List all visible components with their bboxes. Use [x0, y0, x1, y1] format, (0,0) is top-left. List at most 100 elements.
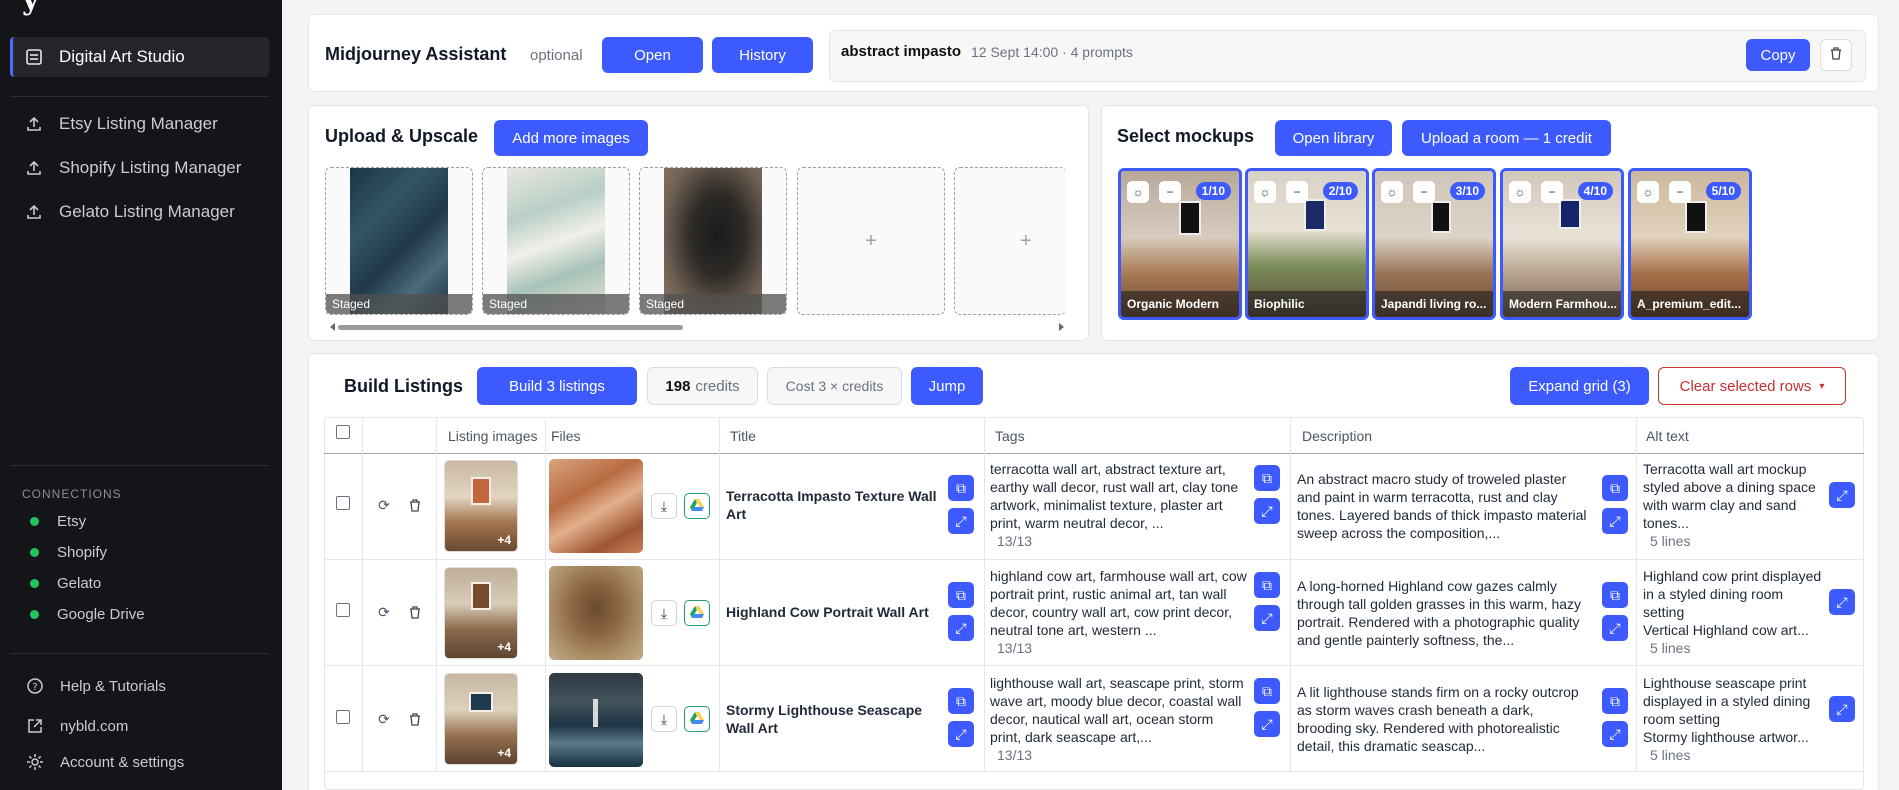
- listing-image-thumb[interactable]: +4: [444, 673, 518, 765]
- listing-description[interactable]: A long-horned Highland cow gazes calmly …: [1297, 577, 1589, 649]
- file-image[interactable]: [549, 459, 643, 553]
- minus-icon[interactable]: −: [1541, 181, 1563, 203]
- listing-alt-text[interactable]: Terracotta wall art mockup styled above …: [1643, 460, 1823, 532]
- listing-tags[interactable]: highland cow art, farmhouse wall art, co…: [990, 567, 1247, 639]
- expand-description-button[interactable]: ⤢: [1602, 721, 1628, 747]
- upload-scrollbar[interactable]: [326, 323, 1068, 331]
- delete-prompt-button[interactable]: [1820, 39, 1852, 71]
- expand-alt-button[interactable]: ⤢: [1829, 482, 1855, 508]
- minus-icon[interactable]: −: [1286, 181, 1308, 203]
- google-drive-button[interactable]: [684, 600, 710, 626]
- column-header-title[interactable]: Title: [730, 417, 756, 454]
- expand-tags-button[interactable]: ⤢: [1254, 711, 1280, 737]
- upload-slot[interactable]: Staged: [482, 167, 630, 315]
- mockup-card[interactable]: ☼ − 5/10 A_premium_edit...: [1628, 168, 1752, 320]
- expand-title-button[interactable]: ⤢: [948, 615, 974, 641]
- sidebar-item-shopify[interactable]: Shopify Listing Manager: [10, 148, 269, 188]
- copy-description-button[interactable]: ⧉: [1602, 582, 1628, 608]
- column-header-alt-text[interactable]: Alt text: [1646, 417, 1689, 454]
- sun-icon[interactable]: ☼: [1509, 181, 1531, 203]
- mockup-card[interactable]: ☼ − 2/10 Biophilic: [1245, 168, 1369, 320]
- listing-description[interactable]: A lit lighthouse stands firm on a rocky …: [1297, 683, 1589, 755]
- expand-title-button[interactable]: ⤢: [948, 721, 974, 747]
- refresh-icon[interactable]: ⟳: [375, 603, 393, 621]
- mockup-card[interactable]: ☼ − 1/10 Organic Modern: [1118, 168, 1242, 320]
- file-image[interactable]: [549, 566, 643, 660]
- copy-description-button[interactable]: ⧉: [1602, 475, 1628, 501]
- listing-title[interactable]: Highland Cow Portrait Wall Art: [726, 603, 941, 621]
- listing-image-thumb[interactable]: +4: [444, 460, 518, 552]
- sun-icon[interactable]: ☼: [1127, 181, 1149, 203]
- expand-description-button[interactable]: ⤢: [1602, 508, 1628, 534]
- expand-grid-button[interactable]: Expand grid (3): [1510, 367, 1649, 405]
- download-button[interactable]: ⤓: [651, 706, 677, 732]
- listing-alt-text[interactable]: Highland cow print displayed in a styled…: [1643, 567, 1823, 639]
- expand-tags-button[interactable]: ⤢: [1254, 605, 1280, 631]
- column-header-tags[interactable]: Tags: [995, 417, 1025, 454]
- trash-icon[interactable]: [406, 496, 424, 514]
- row-checkbox[interactable]: [336, 496, 350, 510]
- sun-icon[interactable]: ☼: [1637, 181, 1659, 203]
- upload-slot[interactable]: Staged: [325, 167, 473, 315]
- trash-icon[interactable]: [406, 710, 424, 728]
- sun-icon[interactable]: ☼: [1381, 181, 1403, 203]
- mockup-card[interactable]: ☼ − 4/10 Modern Farmhou...: [1500, 168, 1624, 320]
- account-settings-link[interactable]: Account & settings: [26, 753, 184, 771]
- sun-icon[interactable]: ☼: [1254, 181, 1276, 203]
- upload-slot[interactable]: Staged: [639, 167, 787, 315]
- listing-description[interactable]: An abstract macro study of troweled plas…: [1297, 470, 1589, 542]
- add-more-images-button[interactable]: Add more images: [494, 120, 648, 156]
- listing-tags[interactable]: terracotta wall art, abstract texture ar…: [990, 460, 1247, 532]
- copy-description-button[interactable]: ⧉: [1602, 688, 1628, 714]
- sidebar-item-digital-art-studio[interactable]: Digital Art Studio: [10, 37, 269, 77]
- expand-description-button[interactable]: ⤢: [1602, 615, 1628, 641]
- minus-icon[interactable]: −: [1669, 181, 1691, 203]
- listing-tags[interactable]: lighthouse wall art, seascape print, sto…: [990, 674, 1247, 746]
- help-link[interactable]: ? Help & Tutorials: [26, 677, 166, 695]
- listing-alt-text[interactable]: Lighthouse seascape print displayed in a…: [1643, 674, 1823, 746]
- clear-selected-rows-button[interactable]: Clear selected rows ▾: [1658, 367, 1846, 405]
- history-button[interactable]: History: [712, 37, 813, 73]
- empty-upload-slot[interactable]: +: [797, 167, 945, 315]
- empty-upload-slot[interactable]: +: [954, 167, 1066, 315]
- copy-tags-button[interactable]: ⧉: [1254, 572, 1280, 598]
- minus-icon[interactable]: −: [1413, 181, 1435, 203]
- expand-alt-button[interactable]: ⤢: [1829, 696, 1855, 722]
- trash-icon[interactable]: [406, 603, 424, 621]
- expand-tags-button[interactable]: ⤢: [1254, 498, 1280, 524]
- expand-alt-button[interactable]: ⤢: [1829, 589, 1855, 615]
- listing-title[interactable]: Terracotta Impasto Texture Wall Art: [726, 487, 941, 523]
- google-drive-button[interactable]: [684, 706, 710, 732]
- select-all-checkbox[interactable]: [336, 425, 350, 439]
- file-image[interactable]: [549, 673, 643, 767]
- copy-title-button[interactable]: ⧉: [948, 688, 974, 714]
- open-library-button[interactable]: Open library: [1275, 120, 1392, 156]
- download-button[interactable]: ⤓: [651, 493, 677, 519]
- copy-tags-button[interactable]: ⧉: [1254, 678, 1280, 704]
- google-drive-button[interactable]: [684, 493, 710, 519]
- listing-title[interactable]: Stormy Lighthouse Seascape Wall Art: [726, 701, 941, 737]
- open-assistant-button[interactable]: Open: [602, 37, 703, 73]
- column-header-files[interactable]: Files: [551, 417, 581, 454]
- refresh-icon[interactable]: ⟳: [375, 496, 393, 514]
- scroll-left-arrow[interactable]: [330, 323, 335, 331]
- copy-button[interactable]: Copy: [1746, 39, 1810, 71]
- refresh-icon[interactable]: ⟳: [375, 710, 393, 728]
- copy-tags-button[interactable]: ⧉: [1254, 465, 1280, 491]
- minus-icon[interactable]: −: [1159, 181, 1181, 203]
- row-checkbox[interactable]: [336, 603, 350, 617]
- upload-room-button[interactable]: Upload a room — 1 credit: [1402, 120, 1611, 156]
- copy-title-button[interactable]: ⧉: [948, 582, 974, 608]
- sidebar-item-etsy[interactable]: Etsy Listing Manager: [10, 104, 269, 144]
- mockup-card[interactable]: ☼ − 3/10 Japandi living ro...: [1372, 168, 1496, 320]
- listing-image-thumb[interactable]: +4: [444, 567, 518, 659]
- sidebar-item-gelato[interactable]: Gelato Listing Manager: [10, 192, 269, 232]
- website-link[interactable]: nybld.com: [26, 717, 128, 735]
- expand-title-button[interactable]: ⤢: [948, 508, 974, 534]
- row-checkbox[interactable]: [336, 710, 350, 724]
- scroll-right-arrow[interactable]: [1059, 323, 1064, 331]
- build-listings-button[interactable]: Build 3 listings: [477, 367, 637, 405]
- copy-title-button[interactable]: ⧉: [948, 475, 974, 501]
- column-header-description[interactable]: Description: [1302, 417, 1372, 454]
- jump-button[interactable]: Jump: [911, 367, 983, 405]
